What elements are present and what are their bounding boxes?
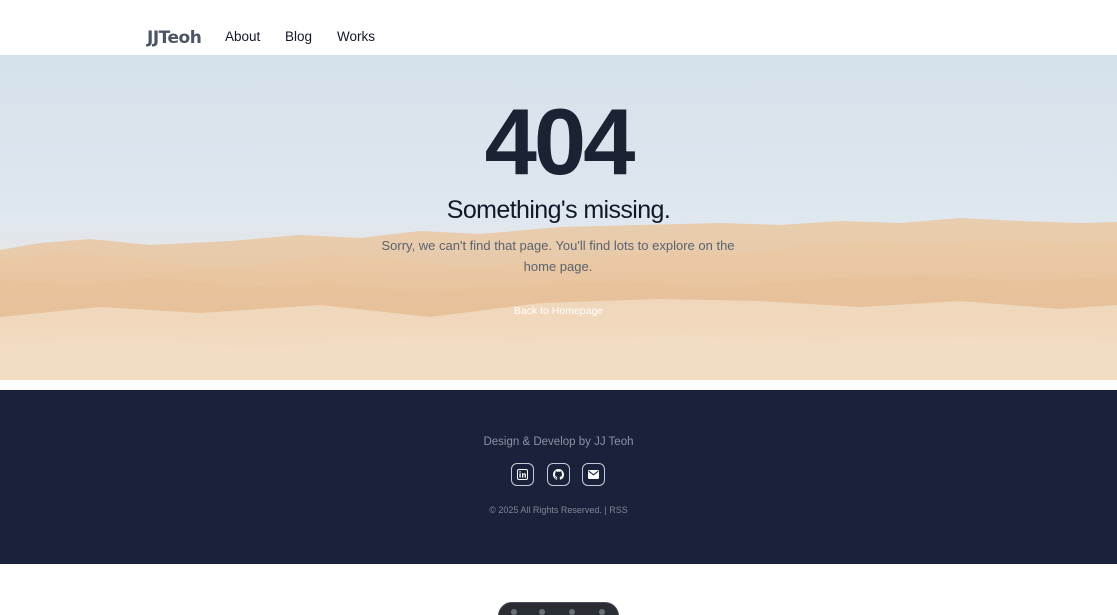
nav-link-works[interactable]: Works <box>337 29 375 44</box>
back-to-homepage-link[interactable]: Back to Homepage <box>0 305 1117 317</box>
toolbar-dot-icon <box>511 609 517 615</box>
site-logo[interactable]: JJTeoh <box>147 28 202 48</box>
copyright-line: © 2025 All Rights Reserved. | RSS <box>0 505 1117 515</box>
linkedin-button[interactable] <box>511 463 534 486</box>
toolbar-dot-icon <box>569 609 575 615</box>
error-message: Sorry, we can't find that page. You'll f… <box>381 238 735 274</box>
mail-button[interactable] <box>582 463 605 486</box>
social-links <box>511 463 606 486</box>
linkedin-icon <box>517 469 528 480</box>
site-footer: Design & Develop by JJ Teoh © 2025 All R… <box>0 390 1117 564</box>
github-button[interactable] <box>547 463 570 486</box>
nav-link-blog[interactable]: Blog <box>285 29 312 44</box>
error-title: Something's missing. <box>446 196 671 224</box>
floating-toolbar[interactable] <box>498 602 619 615</box>
footer-credit: Design & Develop by JJ Teoh <box>483 436 634 448</box>
mail-icon <box>588 470 599 479</box>
error-content: 404 Something's missing. Sorry, we can't… <box>0 55 1117 380</box>
error-code: 404 <box>484 89 636 194</box>
toolbar-dot-icon <box>599 609 605 615</box>
hero-section: 404 Something's missing. Sorry, we can't… <box>0 55 1117 380</box>
site-header: JJTeoh About Blog Works <box>0 0 1117 55</box>
github-icon <box>553 469 564 480</box>
rss-link[interactable]: RSS <box>609 505 628 515</box>
page: JJTeoh About Blog Works 404 Something's … <box>0 0 1117 615</box>
copyright-text: © 2025 All Rights Reserved. | <box>489 505 607 515</box>
toolbar-dot-icon <box>539 609 545 615</box>
nav-link-about[interactable]: About <box>225 29 260 44</box>
